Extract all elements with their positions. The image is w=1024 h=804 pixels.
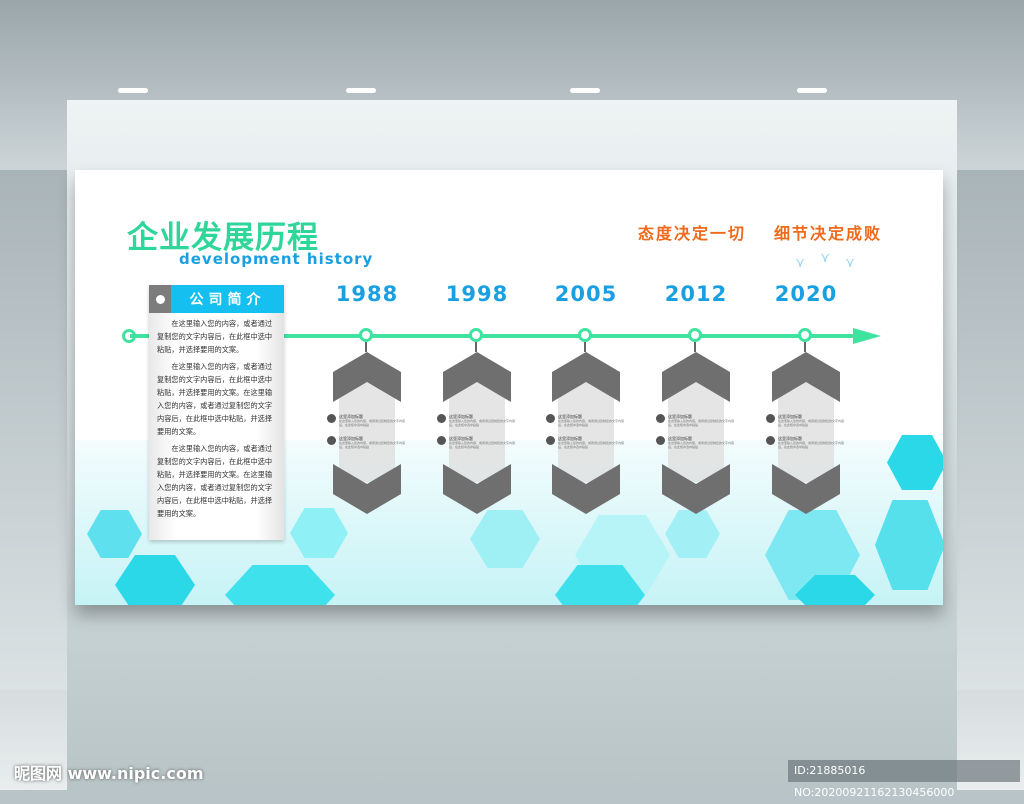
timeline-item: 这里添加标题 在这里输入您的内容，或者通过复制您的文字内容后，在此框中选中粘贴 [766,414,846,427]
page-subtitle: development history [179,250,374,268]
bird-icon: ⋎ [820,250,831,266]
intro-heading: 公司简介 [171,285,284,313]
ceiling-light [346,88,376,93]
timeline-dot [359,328,373,342]
timeline-item: 这里添加标题 在这里输入您的内容，或者通过复制您的文字内容后，在此框中选中粘贴 [437,436,517,449]
timeline-item: 这里添加标题 在这里输入您的内容，或者通过复制您的文字内容后，在此框中选中粘贴 [546,436,626,449]
timeline-dot [798,328,812,342]
timeline-year: 1998 [445,282,509,306]
timeline-stem [804,342,806,352]
wall-right [957,170,1024,690]
timeline-year: 2012 [664,282,728,306]
timeline-card [449,382,505,482]
timeline-item: 这里添加标题 在这里输入您的内容，或者通过复制您的文字内容后，在此框中选中粘贴 [546,414,626,427]
timeline-stem [694,342,696,352]
intro-paragraph: 在这里输入您的内容，或者通过复制您的文字内容后，在此框中选中粘贴，并选择要用的文… [157,319,273,354]
item-text: 在这里输入您的内容，或者通过复制您的文字内容后，在此框中选中粘贴 [339,441,406,449]
slogan: 态度决定一切 [638,224,747,243]
image-icon [327,436,336,445]
user-icon [656,414,665,423]
timeline-stem [584,342,586,352]
ceiling-light [570,88,600,93]
timeline-card [339,382,395,482]
timeline-card [668,382,724,482]
image-icon [766,436,775,445]
watermark: 昵图网 www.nipic.com [14,764,204,783]
wall-left [0,170,67,690]
timeline-item: 这里添加标题 在这里输入您的内容，或者通过复制您的文字内容后，在此框中选中粘贴 [327,436,407,449]
user-icon [327,414,336,423]
bird-icon: ⋎ [845,255,856,271]
timeline-arrow-icon [853,328,881,344]
item-text: 在这里输入您的内容，或者通过复制您的文字内容后，在此框中选中粘贴 [558,441,625,449]
intro-paragraph: 在这里输入您的内容，或者通过复制您的文字内容后，在此框中选中粘贴，并选择要用的文… [157,362,273,436]
intro-paragraph: 在这里输入您的内容，或者通过复制您的文字内容后，在此框中选中粘贴，并选择要用的文… [157,444,273,518]
item-text: 在这里输入您的内容，或者通过复制您的文字内容后，在此框中选中粘贴 [449,441,516,449]
item-text: 在这里输入您的内容，或者通过复制您的文字内容后，在此框中选中粘贴 [558,419,625,427]
ceiling-light [797,88,827,93]
timeline-dot [578,328,592,342]
bird-icon: ⋎ [795,255,806,271]
timeline-item: 这里添加标题 在这里输入您的内容，或者通过复制您的文字内容后，在此框中选中粘贴 [766,436,846,449]
timeline-item: 这里添加标题 在这里输入您的内容，或者通过复制您的文字内容后，在此框中选中粘贴 [327,414,407,427]
timeline-board: 企业发展历程 development history 态度决定一切 细节决定成败… [75,170,943,605]
image-icon [546,436,555,445]
image-id: ID:21885016 NO:20200921162130456000 [788,760,1020,799]
image-icon [656,436,665,445]
intro-header-marker [149,285,171,313]
timeline-item: 这里添加标题 在这里输入您的内容，或者通过复制您的文字内容后，在此框中选中粘贴 [656,436,736,449]
item-text: 在这里输入您的内容，或者通过复制您的文字内容后，在此框中选中粘贴 [778,441,845,449]
timeline-year: 2005 [554,282,618,306]
timeline-stem [475,342,477,352]
timeline-year: 1988 [335,282,399,306]
image-icon [437,436,446,445]
user-icon [437,414,446,423]
timeline-dot [688,328,702,342]
timeline-year: 2020 [774,282,838,306]
company-intro-panel: 公司简介 在这里输入您的内容，或者通过复制您的文字内容后，在此框中选中粘贴，并选… [149,285,284,540]
timeline-dot [469,328,483,342]
timeline-card [558,382,614,482]
slogan: 细节决定成败 [774,224,883,243]
item-text: 在这里输入您的内容，或者通过复制您的文字内容后，在此框中选中粘贴 [449,419,516,427]
item-text: 在这里输入您的内容，或者通过复制您的文字内容后，在此框中选中粘贴 [339,419,406,427]
user-icon [766,414,775,423]
item-text: 在这里输入您的内容，或者通过复制您的文字内容后，在此框中选中粘贴 [668,419,735,427]
timeline-stem [365,342,367,352]
ceiling-light [118,88,148,93]
item-text: 在这里输入您的内容，或者通过复制您的文字内容后，在此框中选中粘贴 [668,441,735,449]
timeline-item: 这里添加标题 在这里输入您的内容，或者通过复制您的文字内容后，在此框中选中粘贴 [437,414,517,427]
item-text: 在这里输入您的内容，或者通过复制您的文字内容后，在此框中选中粘贴 [778,419,845,427]
user-icon [546,414,555,423]
timeline-card [778,382,834,482]
timeline-item: 这里添加标题 在这里输入您的内容，或者通过复制您的文字内容后，在此框中选中粘贴 [656,414,736,427]
